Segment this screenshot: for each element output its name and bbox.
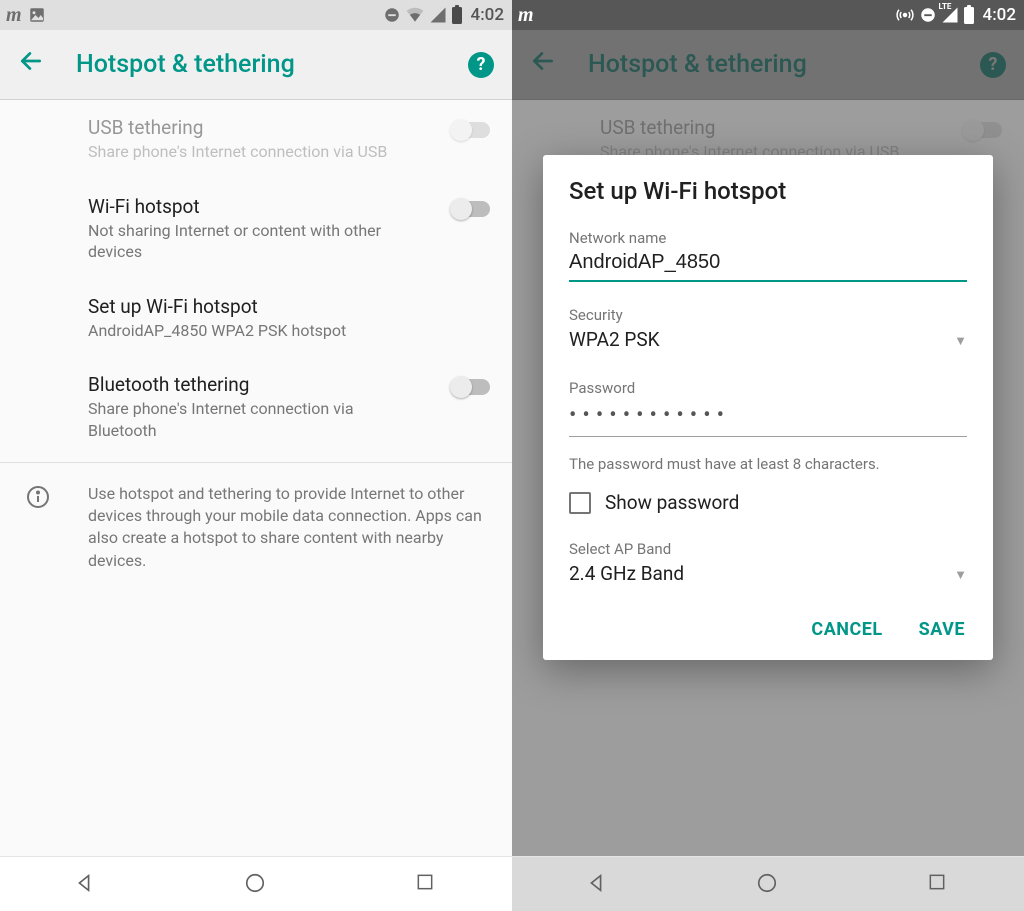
- m-logo-icon: m: [6, 4, 22, 27]
- m-logo-icon: m: [518, 4, 534, 27]
- right-phone: m LTE 4:02: [512, 0, 1024, 911]
- setup-hotspot-dialog: Set up Wi-Fi hotspot Network name Securi…: [543, 155, 993, 660]
- nav-back-button[interactable]: [585, 872, 609, 896]
- dnd-icon: [383, 6, 401, 24]
- wifi-icon: [405, 6, 425, 24]
- signal-icon: [429, 6, 447, 24]
- status-clock: 4:02: [471, 5, 504, 25]
- checkbox-box: [569, 492, 591, 514]
- left-phone: m 4:02 Hotspot & tethering: [0, 0, 512, 911]
- image-notif-icon: [28, 6, 46, 24]
- lte-signal-icon: LTE: [941, 6, 959, 24]
- dialog-actions: CANCEL SAVE: [569, 613, 967, 646]
- info-section: Use hotspot and tethering to provide Int…: [0, 463, 512, 593]
- nav-home-button[interactable]: [244, 872, 268, 896]
- password-input[interactable]: ••••••••••••: [569, 397, 967, 437]
- item-label: USB tethering: [88, 116, 512, 139]
- bluetooth-tethering-switch[interactable]: [452, 379, 490, 395]
- battery-icon: [963, 5, 975, 25]
- band-dropdown[interactable]: 2.4 GHz Band ▼: [569, 560, 967, 589]
- chevron-down-icon: ▼: [954, 333, 967, 349]
- item-wifi-hotspot[interactable]: Wi-Fi hotspot Not sharing Internet or co…: [0, 179, 512, 279]
- security-label: Security: [569, 306, 967, 324]
- item-sublabel: Share phone's Internet connection via Bl…: [88, 398, 512, 441]
- network-name-label: Network name: [569, 229, 967, 247]
- help-button[interactable]: ?: [468, 52, 494, 78]
- security-dropdown[interactable]: WPA2 PSK ▼: [569, 326, 967, 355]
- item-label: Bluetooth tethering: [88, 373, 512, 396]
- chevron-down-icon: ▼: [954, 567, 967, 583]
- network-name-input[interactable]: [569, 247, 967, 282]
- status-clock: 4:02: [983, 5, 1016, 25]
- item-sublabel: AndroidAP_4850 WPA2 PSK hotspot: [88, 320, 512, 342]
- usb-tethering-switch[interactable]: [452, 122, 490, 138]
- status-bar: m 4:02: [0, 0, 512, 30]
- dialog-title: Set up Wi-Fi hotspot: [569, 177, 967, 205]
- item-sublabel: Share phone's Internet connection via US…: [88, 141, 512, 163]
- item-usb-tethering[interactable]: USB tethering Share phone's Internet con…: [0, 100, 512, 179]
- battery-icon: [451, 5, 463, 25]
- back-button[interactable]: [18, 48, 48, 81]
- settings-list: USB tethering Share phone's Internet con…: [0, 100, 512, 856]
- show-password-checkbox[interactable]: Show password: [569, 491, 967, 514]
- item-setup-hotspot[interactable]: Set up Wi-Fi hotspot AndroidAP_4850 WPA2…: [0, 279, 512, 358]
- nav-bar: [0, 856, 512, 911]
- nav-recents-button[interactable]: [415, 872, 439, 896]
- show-password-label: Show password: [605, 491, 739, 514]
- save-button[interactable]: SAVE: [917, 613, 967, 646]
- nav-recents-button[interactable]: [927, 872, 951, 896]
- item-label: Wi-Fi hotspot: [88, 195, 512, 218]
- band-label: Select AP Band: [569, 540, 967, 558]
- band-value: 2.4 GHz Band: [569, 560, 684, 589]
- password-hint: The password must have at least 8 charac…: [569, 455, 967, 473]
- cancel-button[interactable]: CANCEL: [809, 613, 884, 646]
- security-value: WPA2 PSK: [569, 326, 660, 355]
- info-icon: [26, 485, 50, 573]
- info-text: Use hotspot and tethering to provide Int…: [88, 483, 490, 573]
- wifi-hotspot-switch[interactable]: [452, 201, 490, 217]
- hotspot-active-icon: [895, 6, 915, 24]
- item-label: Set up Wi-Fi hotspot: [88, 295, 512, 318]
- password-label: Password: [569, 379, 967, 397]
- appbar-title: Hotspot & tethering: [76, 50, 468, 79]
- item-bluetooth-tethering[interactable]: Bluetooth tethering Share phone's Intern…: [0, 357, 512, 457]
- dnd-icon: [919, 6, 937, 24]
- app-bar: Hotspot & tethering ?: [0, 30, 512, 100]
- nav-back-button[interactable]: [73, 872, 97, 896]
- nav-home-button[interactable]: [756, 872, 780, 896]
- item-sublabel: Not sharing Internet or content with oth…: [88, 220, 512, 263]
- lte-label: LTE: [939, 2, 952, 11]
